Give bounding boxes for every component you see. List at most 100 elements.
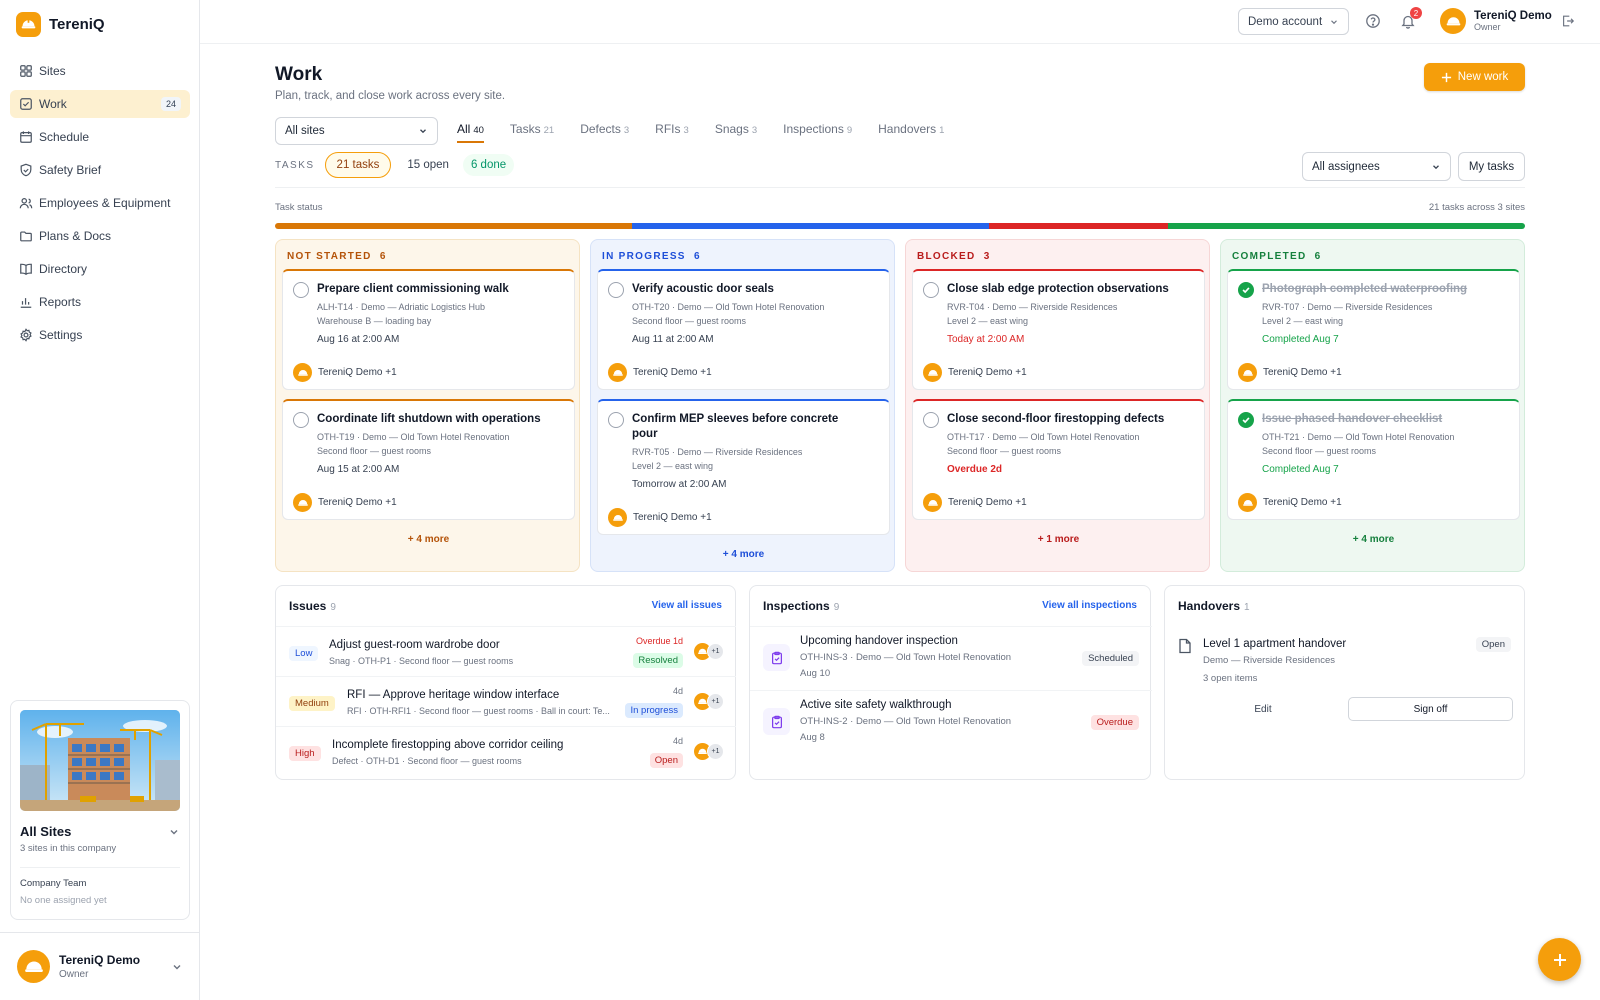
chevron-down-icon[interactable] (168, 826, 180, 838)
sign-off-button[interactable]: Sign off (1348, 697, 1513, 721)
tab-handovers[interactable]: Handovers 1 (878, 122, 944, 143)
inspection-row[interactable]: Upcoming handover inspection OTH-INS-3 ·… (750, 626, 1152, 690)
task-card[interactable]: Confirm MEP sleeves before concrete pour… (597, 399, 890, 535)
show-more-link[interactable]: + 4 more (591, 549, 896, 560)
issue-age: 4d (672, 736, 683, 746)
inspection-meta: OTH-INS-2 · Demo — Old Town Hotel Renova… (800, 716, 1012, 727)
show-more-link[interactable]: + 4 more (276, 534, 581, 545)
help-icon[interactable] (1365, 13, 1381, 29)
tab-all[interactable]: All 40 (457, 122, 484, 143)
open-pill[interactable]: 15 open (407, 159, 449, 171)
tab-inspections[interactable]: Inspections 9 (783, 122, 852, 143)
task-card[interactable]: Photograph completed waterproofing RVR-T… (1227, 269, 1520, 390)
task-card[interactable]: Close slab edge protection observations … (912, 269, 1205, 390)
task-status-summary: 21 tasks across 3 sites (1428, 202, 1525, 213)
avatar (293, 363, 312, 382)
check-circle-icon[interactable] (1238, 282, 1254, 298)
show-more-link[interactable]: + 4 more (1221, 534, 1526, 545)
task-checkbox[interactable] (293, 282, 309, 298)
brand[interactable]: TereniQ (16, 12, 105, 37)
sidebar-item-reports[interactable]: Reports (10, 288, 190, 316)
task-checkbox[interactable] (923, 282, 939, 298)
tasks-pill[interactable]: 21 tasks (324, 152, 392, 178)
column-in-progress: IN PROGRESS 6 Verify acoustic door seals… (590, 239, 895, 572)
inspections-count: 9 (833, 602, 840, 613)
task-checkbox[interactable] (608, 282, 624, 298)
task-location: Second floor — guest rooms (947, 446, 1062, 456)
tab-defects[interactable]: Defects 3 (580, 122, 629, 143)
view-all-inspections-link[interactable]: View all inspections (1042, 600, 1137, 611)
sidebar-user-menu[interactable]: TereniQ Demo Owner (0, 932, 200, 1000)
account-select[interactable]: Demo account (1238, 8, 1349, 35)
plus-icon (1441, 72, 1451, 82)
gear-icon (20, 328, 32, 342)
new-work-label: New work (1457, 71, 1509, 83)
task-card[interactable]: Prepare client commissioning walk ALH-T1… (282, 269, 575, 390)
done-pill[interactable]: 6 done (462, 154, 515, 176)
task-card[interactable]: Verify acoustic door seals OTH-T20 · Dem… (597, 269, 890, 390)
my-tasks-button[interactable]: My tasks (1458, 152, 1525, 181)
task-completed-date: Completed Aug 7 (1262, 334, 1339, 345)
check-circle-icon[interactable] (1238, 412, 1254, 428)
view-all-issues-link[interactable]: View all issues (652, 600, 722, 611)
book-icon (20, 263, 32, 276)
sidebar-item-label: Settings (39, 328, 83, 342)
tab-count: 3 (623, 125, 630, 136)
sidebar-item-plans-docs[interactable]: Plans & Docs (10, 222, 190, 250)
handover-title: Level 1 apartment handover (1203, 638, 1347, 650)
chevron-down-icon (1433, 164, 1439, 169)
panel-title: Handovers 1 (1178, 599, 1250, 613)
sidebar-item-sites[interactable]: Sites (10, 57, 190, 85)
issues-count: 9 (330, 602, 336, 613)
user-role: Owner (59, 969, 89, 980)
issue-row[interactable]: Medium RFI — Approve heritage window int… (276, 676, 736, 726)
avatar (293, 493, 312, 512)
chevron-down-icon[interactable] (171, 961, 183, 973)
column-header: NOT STARTED 6 (287, 251, 387, 262)
task-due: Aug 16 at 2:00 AM (317, 334, 400, 345)
tab-rfis[interactable]: RFIs 3 (655, 122, 689, 143)
status-badge: Open (649, 753, 683, 768)
inspection-row[interactable]: Active site safety walkthrough OTH-INS-2… (750, 690, 1152, 754)
tab-snags[interactable]: Snags 3 (715, 122, 757, 143)
site-filter-select[interactable]: All sites (275, 117, 438, 145)
task-checkbox[interactable] (293, 412, 309, 428)
tab-count: 9 (846, 125, 853, 136)
new-work-button[interactable]: New work (1424, 63, 1525, 91)
quick-add-button[interactable] (1538, 938, 1581, 981)
assignee-avatars: +1 (694, 693, 724, 710)
show-more-link[interactable]: + 1 more (906, 534, 1211, 545)
avatar (1440, 8, 1466, 34)
issue-row[interactable]: Low Adjust guest-room wardrobe door Snag… (276, 626, 736, 676)
topbar: Demo account 2 TereniQ Demo Owner (200, 0, 1600, 44)
sidebar-item-schedule[interactable]: Schedule (10, 123, 190, 151)
site-switcher-card[interactable]: All Sites 3 sites in this company Compan… (10, 700, 190, 920)
task-card[interactable]: Close second-floor firestopping defects … (912, 399, 1205, 520)
issue-row[interactable]: High Incomplete firestopping above corri… (276, 726, 736, 776)
logout-icon[interactable] (1561, 14, 1575, 28)
task-due: Aug 11 at 2:00 AM (632, 334, 714, 345)
column-title: NOT STARTED (287, 251, 372, 262)
task-assignee: TereniQ Demo +1 (923, 363, 1027, 382)
tab-count: 21 (543, 125, 555, 136)
tab-tasks[interactable]: Tasks 21 (510, 122, 554, 143)
task-checkbox[interactable] (923, 412, 939, 428)
assignee-filter-select[interactable]: All assignees (1302, 152, 1451, 181)
task-card[interactable]: Coordinate lift shutdown with operations… (282, 399, 575, 520)
task-checkbox[interactable] (608, 412, 624, 428)
sidebar-item-work[interactable]: Work 24 (10, 90, 190, 118)
sidebar-item-label: Employees & Equipment (39, 196, 171, 210)
status-segment-completed (1167, 223, 1525, 229)
work-type-tabs: All 40 Tasks 21 Defects 3 RFIs 3 Snags 3 Insp… (457, 122, 944, 143)
sidebar-item-safety-brief[interactable]: Safety Brief (10, 156, 190, 184)
work-count-badge: 24 (160, 97, 181, 111)
issue-age: 4d (672, 686, 683, 696)
status-segment-in-progress (632, 223, 990, 229)
edit-button[interactable]: Edit (1178, 697, 1348, 721)
sidebar-item-settings[interactable]: Settings (10, 321, 190, 349)
top-user-menu[interactable]: TereniQ Demo Owner (1440, 8, 1552, 34)
task-card[interactable]: Issue phased handover checklist OTH-T21 … (1227, 399, 1520, 520)
sidebar-item-employees-equipment[interactable]: Employees & Equipment (10, 189, 190, 217)
tab-count: 1 (939, 125, 945, 136)
sidebar-item-directory[interactable]: Directory (10, 255, 190, 283)
